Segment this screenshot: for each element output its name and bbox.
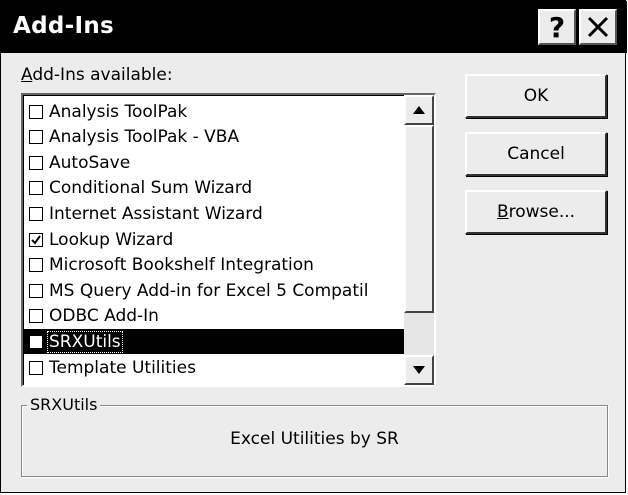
cancel-button[interactable]: Cancel <box>465 132 607 176</box>
list-item-label: AutoSave <box>49 152 131 173</box>
list-item-label: ODBC Add-In <box>49 306 159 327</box>
list-item[interactable]: Lookup Wizard <box>24 227 404 252</box>
list-item[interactable]: Conditional Sum Wizard <box>24 176 404 201</box>
list-item[interactable]: Internet Assistant Wizard <box>24 201 404 226</box>
add-ins-listbox[interactable]: Analysis ToolPak Analysis ToolPak - VBA Au… <box>21 93 436 387</box>
list-item-label: Lookup Wizard <box>49 229 174 250</box>
checkbox-icon[interactable] <box>29 104 43 119</box>
checkbox-icon[interactable] <box>29 181 43 196</box>
scroll-down-button[interactable] <box>404 355 434 385</box>
add-in-description: Excel Utilities by SR <box>230 429 399 449</box>
list-item-label: Template Utilities <box>49 357 196 378</box>
list-item[interactable]: SRXUtils <box>24 329 404 355</box>
close-icon <box>587 16 609 38</box>
list-item[interactable]: Analysis ToolPak <box>24 99 404 124</box>
add-ins-list: Analysis ToolPak Analysis ToolPak - VBA Au… <box>23 95 404 385</box>
add-ins-available-label-text: dd-Ins available: <box>32 65 173 85</box>
list-item-label: SRXUtils <box>47 330 123 353</box>
list-item[interactable]: ODBC Add-In <box>24 304 404 329</box>
window-title: Add-Ins <box>13 13 114 39</box>
browse-button-label: rowse... <box>508 202 576 222</box>
browse-button-mnemonic: B <box>496 202 509 222</box>
list-scrollbar[interactable] <box>404 95 434 385</box>
arrow-down-icon <box>413 366 425 374</box>
close-button[interactable] <box>579 9 617 45</box>
list-item-label: Analysis ToolPak - VBA <box>49 127 240 148</box>
list-item-label: Conditional Sum Wizard <box>49 178 253 199</box>
checkbox-icon[interactable] <box>29 360 43 375</box>
scroll-up-button[interactable] <box>404 95 434 125</box>
checkbox-checked-icon[interactable] <box>29 232 43 247</box>
checkbox-icon[interactable] <box>29 258 43 273</box>
list-item[interactable]: Analysis ToolPak - VBA <box>24 125 404 150</box>
checkbox-icon[interactable] <box>29 155 43 170</box>
browse-button[interactable]: Browse... <box>465 190 607 234</box>
arrow-up-icon <box>413 106 425 114</box>
list-item[interactable]: Template Utilities <box>24 355 404 380</box>
checkbox-icon[interactable] <box>29 334 43 349</box>
checkbox-icon[interactable] <box>29 283 43 298</box>
add-ins-available-label: Add-Ins available: <box>21 65 173 85</box>
title-bar[interactable]: Add-Ins ? <box>1 1 627 53</box>
list-item-label: Analysis ToolPak <box>49 101 188 122</box>
list-item[interactable]: MS Query Add-in for Excel 5 Compatil <box>24 278 404 303</box>
add-in-details-title: SRXUtils <box>27 395 101 414</box>
list-item[interactable]: AutoSave <box>24 150 404 175</box>
help-button[interactable]: ? <box>538 9 576 45</box>
list-item[interactable]: Microsoft Bookshelf Integration <box>24 253 404 278</box>
checkbox-icon[interactable] <box>29 309 43 324</box>
checkbox-icon[interactable] <box>29 206 43 221</box>
checkbox-icon[interactable] <box>29 130 43 145</box>
list-item-label: Microsoft Bookshelf Integration <box>49 255 314 276</box>
scroll-thumb[interactable] <box>404 125 434 313</box>
add-ins-dialog: Add-Ins ? Add-Ins available: Analysis To… <box>0 0 627 493</box>
ok-button[interactable]: OK <box>465 74 607 118</box>
list-item-label: Internet Assistant Wizard <box>49 203 263 224</box>
help-icon: ? <box>548 10 566 44</box>
add-ins-available-label-mnemonic: A <box>21 65 33 85</box>
list-item-label: MS Query Add-in for Excel 5 Compatil <box>49 280 369 301</box>
